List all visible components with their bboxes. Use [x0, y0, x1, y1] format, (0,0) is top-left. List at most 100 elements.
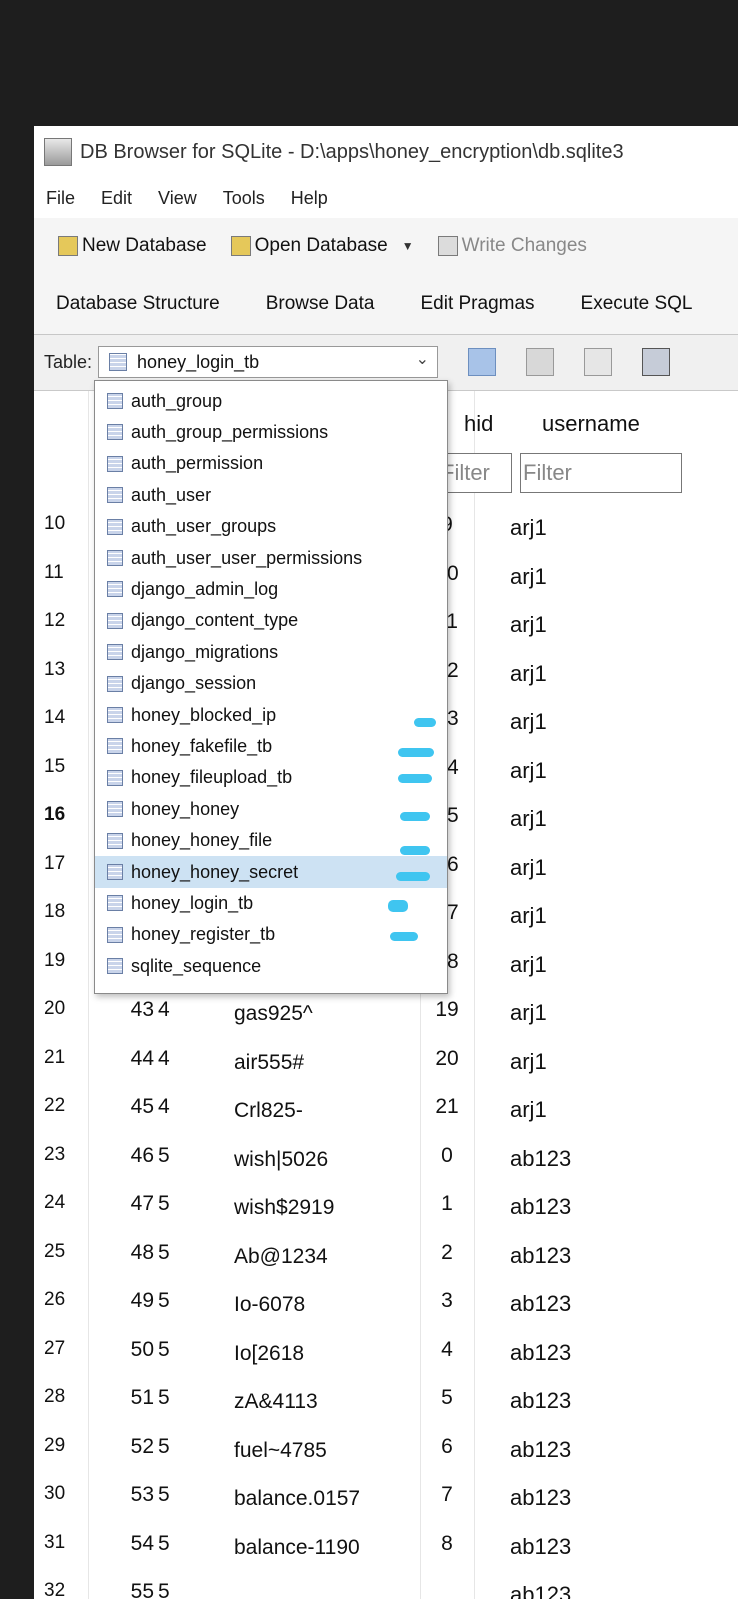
cell-hid[interactable]: 4 — [424, 1338, 470, 1362]
cell-password[interactable]: fuel~4785 — [234, 1439, 327, 1463]
cell-uid[interactable]: 5 — [158, 1338, 170, 1362]
row-number[interactable]: 24 — [44, 1192, 84, 1214]
row-number[interactable]: 17 — [44, 853, 84, 875]
cell-hid[interactable]: 8 — [424, 1532, 470, 1556]
table-row[interactable]: 22 45 4 Crl825- 21 arj1 — [34, 1089, 738, 1137]
cell-hid[interactable]: 19 — [424, 998, 470, 1022]
row-number[interactable]: 31 — [44, 1532, 84, 1554]
row-number[interactable]: 18 — [44, 901, 84, 923]
cell-id[interactable]: 49 — [118, 1289, 154, 1313]
dropdown-item-sqlite-sequence[interactable]: sqlite_sequence — [95, 950, 447, 982]
row-number[interactable]: 12 — [44, 610, 84, 632]
table-row[interactable]: 29 52 5 fuel~4785 6 ab123 — [34, 1429, 738, 1477]
cell-password[interactable]: Io[2618 — [234, 1342, 304, 1366]
cell-password[interactable]: balance-1190 — [234, 1536, 360, 1560]
cell-username[interactable]: arj1 — [510, 709, 547, 735]
row-number[interactable]: 15 — [44, 756, 84, 778]
tab-edit-pragmas[interactable]: Edit Pragmas — [420, 293, 534, 315]
dropdown-item-auth-user[interactable]: auth_user — [95, 479, 447, 511]
row-number[interactable]: 26 — [44, 1289, 84, 1311]
table-row[interactable]: 21 44 4 air555# 20 arj1 — [34, 1041, 738, 1089]
menu-edit[interactable]: Edit — [101, 188, 132, 209]
cell-username[interactable]: arj1 — [510, 564, 547, 590]
cell-username[interactable]: ab123 — [510, 1437, 571, 1463]
row-number[interactable]: 13 — [44, 659, 84, 681]
table-row[interactable]: 25 48 5 Ab@1234 2 ab123 — [34, 1235, 738, 1283]
cell-username[interactable]: ab123 — [510, 1243, 571, 1269]
row-number[interactable]: 10 — [44, 513, 84, 535]
open-database-button[interactable]: Open Database — [230, 235, 388, 257]
cell-uid[interactable]: 5 — [158, 1289, 170, 1313]
cell-id[interactable]: 46 — [118, 1144, 154, 1168]
dropdown-item-auth-group[interactable]: auth_group — [95, 385, 447, 417]
cell-password[interactable]: air555# — [234, 1051, 304, 1075]
column-header-hid[interactable]: hid — [464, 411, 493, 437]
cell-hid[interactable]: 1 — [424, 1192, 470, 1216]
dropdown-item-honey-fileupload-tb[interactable]: honey_fileupload_tb — [95, 762, 447, 794]
cell-id[interactable]: 52 — [118, 1435, 154, 1459]
cell-hid[interactable]: 7 — [424, 1483, 470, 1507]
cell-username[interactable]: ab123 — [510, 1291, 571, 1317]
cell-uid[interactable]: 5 — [158, 1192, 170, 1216]
menu-view[interactable]: View — [158, 188, 197, 209]
dropdown-item-honey-honey-secret[interactable]: honey_honey_secret — [95, 856, 447, 888]
cell-uid[interactable]: 5 — [158, 1241, 170, 1265]
cell-id[interactable]: 48 — [118, 1241, 154, 1265]
cell-username[interactable]: arj1 — [510, 661, 547, 687]
row-number[interactable]: 11 — [44, 562, 84, 584]
dropdown-item-honey-honey-file[interactable]: honey_honey_file — [95, 825, 447, 857]
row-number[interactable]: 14 — [44, 707, 84, 729]
cell-username[interactable]: ab123 — [510, 1582, 571, 1599]
cell-password[interactable]: gas925^ — [234, 1002, 313, 1026]
row-number[interactable]: 16 — [44, 804, 84, 826]
table-row[interactable]: 20 43 4 gas925^ 19 arj1 — [34, 992, 738, 1040]
cell-hid[interactable]: 21 — [424, 1095, 470, 1119]
cell-password[interactable]: Io-6078 — [234, 1293, 305, 1317]
cell-password[interactable]: zA&4113 — [234, 1390, 318, 1414]
open-database-dropdown-icon[interactable]: ▼ — [402, 239, 414, 253]
clear-filters-icon[interactable] — [526, 348, 555, 376]
row-number[interactable]: 21 — [44, 1047, 84, 1069]
cell-password[interactable]: wish|5026 — [234, 1148, 328, 1172]
cell-username[interactable]: ab123 — [510, 1146, 571, 1172]
cell-username[interactable]: ab123 — [510, 1194, 571, 1220]
save-table-icon[interactable] — [642, 348, 671, 376]
row-number[interactable]: 25 — [44, 1241, 84, 1263]
table-row[interactable]: 32 55 5 ab123 — [34, 1574, 738, 1599]
cell-username[interactable]: ab123 — [510, 1485, 571, 1511]
column-header-username[interactable]: username — [542, 411, 640, 437]
tab-browse-data[interactable]: Browse Data — [266, 293, 375, 315]
dropdown-item-auth-permission[interactable]: auth_permission — [95, 448, 447, 480]
cell-username[interactable]: arj1 — [510, 1049, 547, 1075]
cell-id[interactable]: 44 — [118, 1047, 154, 1071]
cell-hid[interactable]: 3 — [424, 1289, 470, 1313]
table-row[interactable]: 23 46 5 wish|5026 0 ab123 — [34, 1138, 738, 1186]
cell-id[interactable]: 47 — [118, 1192, 154, 1216]
cell-uid[interactable]: 5 — [158, 1435, 170, 1459]
cell-username[interactable]: arj1 — [510, 758, 547, 784]
chevron-down-icon[interactable]: ⌄ — [416, 349, 429, 369]
cell-username[interactable]: ab123 — [510, 1534, 571, 1560]
cell-uid[interactable]: 5 — [158, 1532, 170, 1556]
row-number[interactable]: 30 — [44, 1483, 84, 1505]
clear-sort-icon[interactable] — [584, 348, 613, 376]
cell-password[interactable]: Crl825- — [234, 1099, 303, 1123]
row-number[interactable]: 32 — [44, 1580, 84, 1599]
tab-execute-sql[interactable]: Execute SQL — [581, 293, 693, 315]
cell-password[interactable]: balance.0157 — [234, 1487, 360, 1511]
cell-id[interactable]: 43 — [118, 998, 154, 1022]
cell-id[interactable]: 45 — [118, 1095, 154, 1119]
row-number[interactable]: 28 — [44, 1386, 84, 1408]
cell-uid[interactable]: 5 — [158, 1580, 170, 1599]
cell-id[interactable]: 55 — [118, 1580, 154, 1599]
cell-uid[interactable]: 4 — [158, 1047, 170, 1071]
cell-username[interactable]: arj1 — [510, 806, 547, 832]
dropdown-item-honey-fakefile-tb[interactable]: honey_fakefile_tb — [95, 730, 447, 762]
cell-password[interactable]: wish$2919 — [234, 1196, 334, 1220]
cell-username[interactable]: arj1 — [510, 903, 547, 929]
menu-tools[interactable]: Tools — [223, 188, 265, 209]
row-number[interactable]: 27 — [44, 1338, 84, 1360]
cell-username[interactable]: arj1 — [510, 1097, 547, 1123]
table-select[interactable]: honey_login_tb ⌄ — [98, 346, 439, 378]
dropdown-item-django-content-type[interactable]: django_content_type — [95, 605, 447, 637]
